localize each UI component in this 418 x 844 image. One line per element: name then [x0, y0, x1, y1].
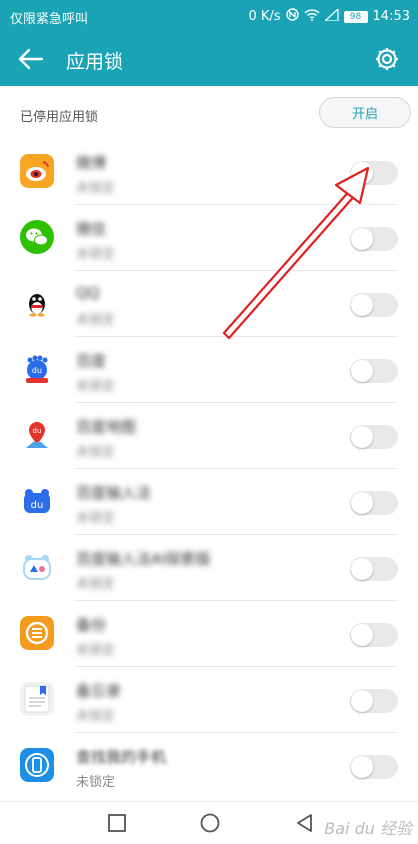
toggle-knob: [351, 558, 373, 580]
lock-toggle[interactable]: [350, 161, 398, 185]
weibo-icon: [20, 154, 54, 188]
app-name: 备忘录: [76, 682, 122, 700]
battery-icon: 98: [343, 10, 368, 23]
list-item: 百度输入法AI探索版 未锁定: [0, 535, 418, 601]
list-item: 备忘录 未锁定: [0, 667, 418, 733]
baidu-map-icon: du: [20, 418, 54, 452]
status-bar: 仅限紧急呼叫 0 K/s 98 14:53: [0, 0, 418, 32]
toggle-knob: [351, 228, 373, 250]
toggle-knob: [351, 690, 373, 712]
baidu-input-icon: du: [20, 484, 54, 518]
toggle-knob: [351, 624, 373, 646]
list-item: 查找我的手机 未锁定: [0, 733, 418, 799]
lock-status: 未锁定: [76, 775, 116, 790]
app-name: 微博: [76, 154, 107, 172]
clock: 14:53: [372, 9, 410, 24]
toggle-knob: [351, 360, 373, 382]
list-item: QQ 未锁定: [0, 271, 418, 337]
back-arrow-icon[interactable]: [16, 45, 46, 73]
network-speed: 0 K/s: [248, 9, 281, 24]
list-item: 微信 未锁定: [0, 205, 418, 271]
recent-apps-button[interactable]: [106, 812, 128, 834]
lock-status: 未锁定: [76, 643, 116, 658]
lock-status: 未锁定: [76, 709, 116, 724]
lock-status: 未锁定: [76, 511, 116, 526]
status-bar-right: 0 K/s 98 14:53: [248, 7, 410, 25]
page-title: 应用锁: [66, 51, 124, 73]
list-item: du 百度地图 未锁定: [0, 403, 418, 469]
watermark: Bai du 经验: [324, 819, 412, 838]
app-name: 百度地图: [76, 418, 137, 436]
app-name: QQ: [76, 284, 100, 302]
app-bar: 应用锁: [0, 32, 418, 86]
carrier-text: 仅限紧急呼叫: [10, 12, 89, 27]
lock-toggle[interactable]: [350, 359, 398, 383]
gear-icon[interactable]: [372, 44, 402, 74]
backup-icon: [20, 616, 54, 650]
svg-text:du: du: [33, 427, 42, 435]
toggle-knob: [351, 756, 373, 778]
signal-icon: [322, 7, 339, 25]
enable-button[interactable]: 开启: [319, 97, 411, 128]
lock-toggle[interactable]: [350, 293, 398, 317]
app-name: 微信: [76, 220, 107, 238]
back-button[interactable]: [294, 812, 316, 834]
lock-toggle[interactable]: [350, 557, 398, 581]
svg-text:du: du: [31, 500, 44, 511]
lock-toggle[interactable]: [350, 689, 398, 713]
nfc-icon: [285, 8, 299, 25]
toggle-knob: [351, 294, 373, 316]
lock-toggle[interactable]: [350, 227, 398, 251]
baidu-icon: du: [20, 352, 54, 386]
qq-icon: [20, 286, 54, 320]
home-button[interactable]: [199, 812, 221, 834]
app-name: 百度输入法: [76, 484, 152, 502]
toggle-knob: [351, 426, 373, 448]
lock-toggle[interactable]: [350, 755, 398, 779]
lock-status: 未锁定: [76, 445, 116, 460]
list-item: du 百度输入法 未锁定: [0, 469, 418, 535]
wechat-icon: [20, 220, 54, 254]
list-item: 微博 未锁定: [0, 139, 418, 205]
lock-toggle[interactable]: [350, 623, 398, 647]
section-label: 已停用应用锁: [20, 110, 99, 125]
baidu-input-ai-icon: [20, 550, 54, 584]
app-name: 备份: [76, 616, 107, 634]
toggle-knob: [351, 162, 373, 184]
list-item: du 百度 未锁定: [0, 337, 418, 403]
memo-icon: [20, 682, 54, 716]
find-phone-icon: [20, 748, 54, 782]
app-list: 微博 未锁定 微信 未锁定 QQ 未锁定 du 百度 未锁定 du 百度地图 未…: [0, 139, 418, 799]
lock-status: 未锁定: [76, 181, 116, 196]
app-name: 查找我的手机: [76, 748, 167, 766]
lock-status: 未锁定: [76, 577, 116, 592]
wifi-icon: [304, 8, 320, 25]
lock-toggle[interactable]: [350, 425, 398, 449]
lock-toggle[interactable]: [350, 491, 398, 515]
list-item: 备份 未锁定: [0, 601, 418, 667]
toggle-knob: [351, 492, 373, 514]
lock-status: 未锁定: [76, 313, 116, 328]
svg-text:du: du: [32, 366, 42, 375]
lock-status: 未锁定: [76, 379, 116, 394]
app-name: 百度输入法AI探索版: [76, 550, 211, 568]
app-name: 百度: [76, 352, 107, 370]
lock-status: 未锁定: [76, 247, 116, 262]
